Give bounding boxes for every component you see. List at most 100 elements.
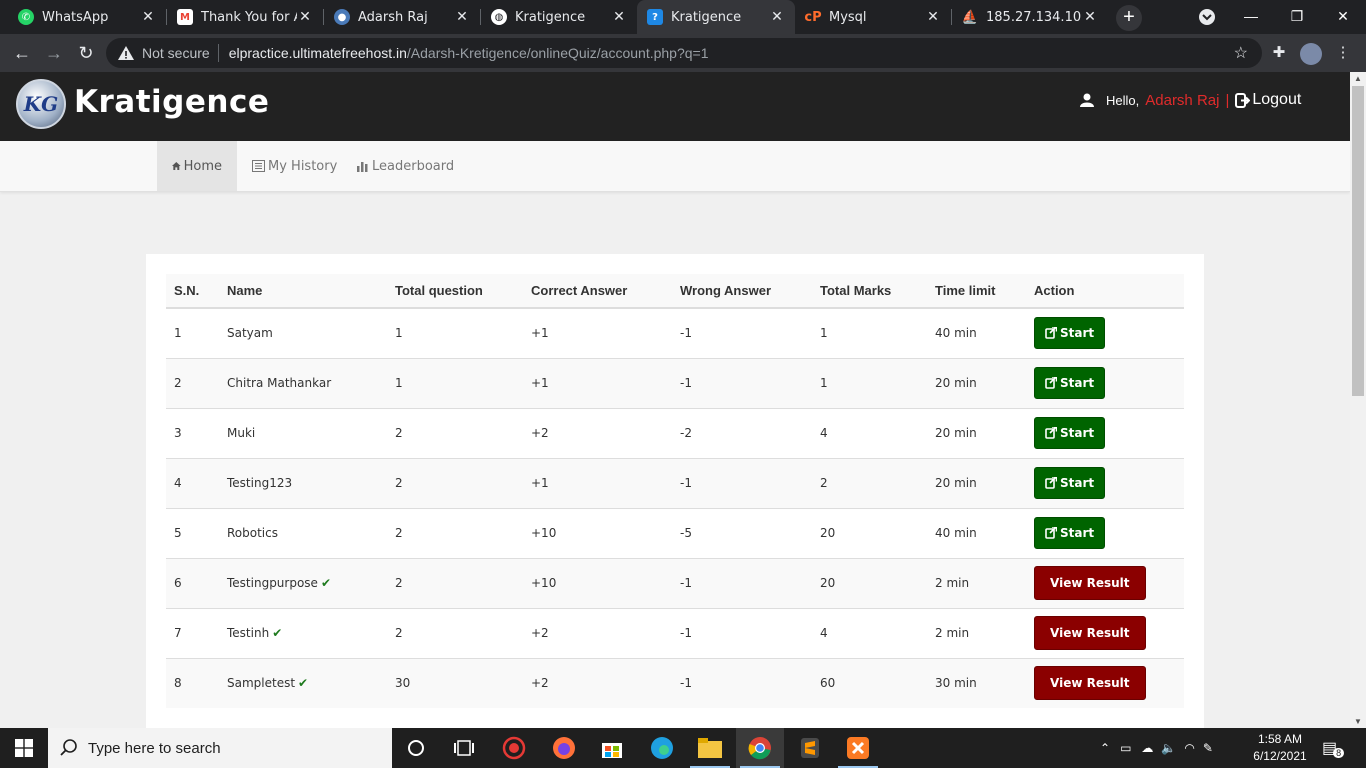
separator: | bbox=[1225, 91, 1230, 109]
puzzle-icon[interactable]: ✚ bbox=[1268, 43, 1290, 65]
back-button[interactable]: ← bbox=[8, 40, 36, 68]
nav-label: My History bbox=[268, 158, 338, 174]
start-button[interactable]: Start bbox=[1034, 517, 1106, 549]
cell-action: Start bbox=[1026, 357, 1184, 408]
divider bbox=[217, 44, 219, 62]
whatsapp-icon: ✆ bbox=[18, 9, 34, 25]
notifications-button[interactable]: ▤ 8 bbox=[1322, 728, 1345, 768]
taskbar-clock[interactable]: 1:58 AM 6/12/2021 bbox=[1252, 731, 1308, 765]
tab-phpmyadmin[interactable]: ⛵ 185.27.134.10 / s ✕ bbox=[952, 0, 1108, 34]
close-window-button[interactable]: ✕ bbox=[1320, 0, 1366, 34]
tab-search-button[interactable] bbox=[1184, 0, 1230, 34]
firefox-icon[interactable] bbox=[540, 728, 588, 768]
menu-icon[interactable]: ⋮ bbox=[1332, 43, 1354, 65]
file-explorer-icon[interactable] bbox=[686, 728, 734, 768]
profile-avatar[interactable] bbox=[1300, 43, 1322, 65]
volume-icon[interactable]: 🔈 bbox=[1161, 741, 1176, 755]
external-link-icon bbox=[1045, 477, 1057, 489]
windows-logo-icon bbox=[15, 739, 33, 757]
nav-my-history[interactable]: My History bbox=[237, 141, 352, 191]
column-header: Total question bbox=[387, 274, 523, 309]
button-label: Start bbox=[1060, 526, 1095, 540]
completed-check-icon: ✔ bbox=[272, 626, 283, 640]
star-icon[interactable]: ☆ bbox=[1234, 43, 1248, 63]
home-icon bbox=[172, 162, 181, 170]
start-button[interactable]: Start bbox=[1034, 367, 1106, 399]
cell-name: Sampletest ✔ bbox=[219, 657, 387, 708]
scroll-down-icon[interactable]: ▼ bbox=[1354, 717, 1362, 726]
close-icon[interactable]: ✕ bbox=[454, 9, 470, 25]
battery-icon[interactable]: ▭ bbox=[1120, 741, 1131, 755]
address-bar[interactable]: Not secure elpractice.ultimatefreehost.i… bbox=[106, 38, 1262, 68]
cell-sn: 3 bbox=[166, 407, 219, 458]
close-icon[interactable]: ✕ bbox=[140, 9, 156, 25]
user-icon bbox=[1080, 93, 1094, 107]
cell-sn: 8 bbox=[166, 657, 219, 708]
cell-sn: 4 bbox=[166, 457, 219, 508]
start-button[interactable]: Start bbox=[1034, 467, 1106, 499]
list-icon bbox=[252, 160, 265, 172]
cell-wrong-answer: -5 bbox=[672, 507, 812, 558]
cloud-icon[interactable]: ☁ bbox=[1141, 741, 1153, 755]
pen-icon[interactable]: ✎ bbox=[1203, 741, 1213, 755]
cell-action: View Result bbox=[1026, 657, 1184, 708]
nav-home[interactable]: Home bbox=[157, 141, 237, 191]
tab-adarsh-raj[interactable]: ● Adarsh Raj ✕ bbox=[324, 0, 480, 34]
site-logo[interactable]: KG bbox=[16, 79, 66, 129]
reload-button[interactable]: ↻ bbox=[72, 40, 100, 68]
start-button[interactable]: Start bbox=[1034, 417, 1106, 449]
store-icon[interactable] bbox=[588, 728, 636, 768]
completed-check-icon: ✔ bbox=[320, 576, 331, 590]
wifi-icon[interactable]: ◠ bbox=[1184, 741, 1194, 755]
start-button[interactable] bbox=[0, 728, 48, 768]
button-label: Start bbox=[1060, 326, 1095, 341]
scrollbar-thumb[interactable] bbox=[1352, 86, 1364, 396]
close-icon[interactable]: ✕ bbox=[297, 9, 313, 25]
cell-name: Testingpurpose ✔ bbox=[219, 557, 387, 608]
globe-icon: ◍ bbox=[491, 9, 507, 25]
close-icon[interactable]: ✕ bbox=[611, 9, 627, 25]
new-tab-button[interactable]: + bbox=[1116, 5, 1142, 31]
not-secure-label[interactable]: Not secure bbox=[142, 45, 210, 61]
scroll-up-icon[interactable]: ▲ bbox=[1354, 74, 1362, 83]
edge-icon[interactable] bbox=[638, 728, 686, 768]
maximize-button[interactable]: ❐ bbox=[1274, 0, 1320, 34]
page-scrollbar[interactable]: ▲ ▼ bbox=[1350, 72, 1366, 728]
cell-wrong-answer: -1 bbox=[672, 357, 812, 408]
phpmyadmin-icon: ⛵ bbox=[961, 9, 979, 25]
chevron-up-icon[interactable]: ⌃ bbox=[1100, 741, 1110, 755]
tab-kratigence-1[interactable]: ◍ Kratigence ✕ bbox=[481, 0, 637, 34]
cell-action: Start bbox=[1026, 457, 1184, 508]
chrome-icon[interactable] bbox=[736, 728, 784, 768]
sublime-text-icon[interactable] bbox=[786, 728, 834, 768]
view-result-button[interactable]: View Result bbox=[1034, 666, 1146, 701]
column-header: Action bbox=[1026, 274, 1184, 309]
close-icon[interactable]: ✕ bbox=[769, 9, 785, 25]
cell-name: Muki bbox=[219, 407, 387, 458]
tab-kratigence-active[interactable]: ? Kratigence ✕ bbox=[637, 0, 795, 34]
cell-total-question: 30 bbox=[387, 657, 523, 708]
cell-sn: 2 bbox=[166, 357, 219, 408]
task-view-icon[interactable] bbox=[440, 728, 488, 768]
tab-mysql[interactable]: cP Mysql ✕ bbox=[795, 0, 951, 34]
close-icon[interactable]: ✕ bbox=[925, 9, 941, 25]
cell-wrong-answer: -1 bbox=[672, 657, 812, 708]
view-result-button[interactable]: View Result bbox=[1034, 566, 1146, 600]
forward-button[interactable]: → bbox=[40, 40, 68, 68]
tab-gmail[interactable]: M Thank You for Ap ✕ bbox=[167, 0, 323, 34]
logout-link[interactable]: Logout bbox=[1235, 91, 1301, 109]
completed-check-icon: ✔ bbox=[298, 676, 309, 691]
recorder-app-icon[interactable] bbox=[490, 728, 538, 768]
warning-icon bbox=[118, 46, 134, 60]
taskbar-search[interactable]: Type here to search bbox=[48, 728, 392, 768]
xampp-icon[interactable] bbox=[834, 728, 882, 768]
view-result-button[interactable]: View Result bbox=[1034, 616, 1146, 650]
cortana-icon[interactable] bbox=[392, 728, 440, 768]
close-icon[interactable]: ✕ bbox=[1082, 9, 1098, 25]
tab-whatsapp[interactable]: ✆ WhatsApp ✕ bbox=[8, 0, 166, 34]
quiz-name: Testinh bbox=[227, 626, 270, 640]
nav-leaderboard[interactable]: Leaderboard bbox=[341, 141, 469, 191]
minimize-button[interactable]: — bbox=[1228, 0, 1274, 34]
start-button[interactable]: Start bbox=[1034, 317, 1106, 350]
external-link-icon bbox=[1045, 527, 1057, 539]
